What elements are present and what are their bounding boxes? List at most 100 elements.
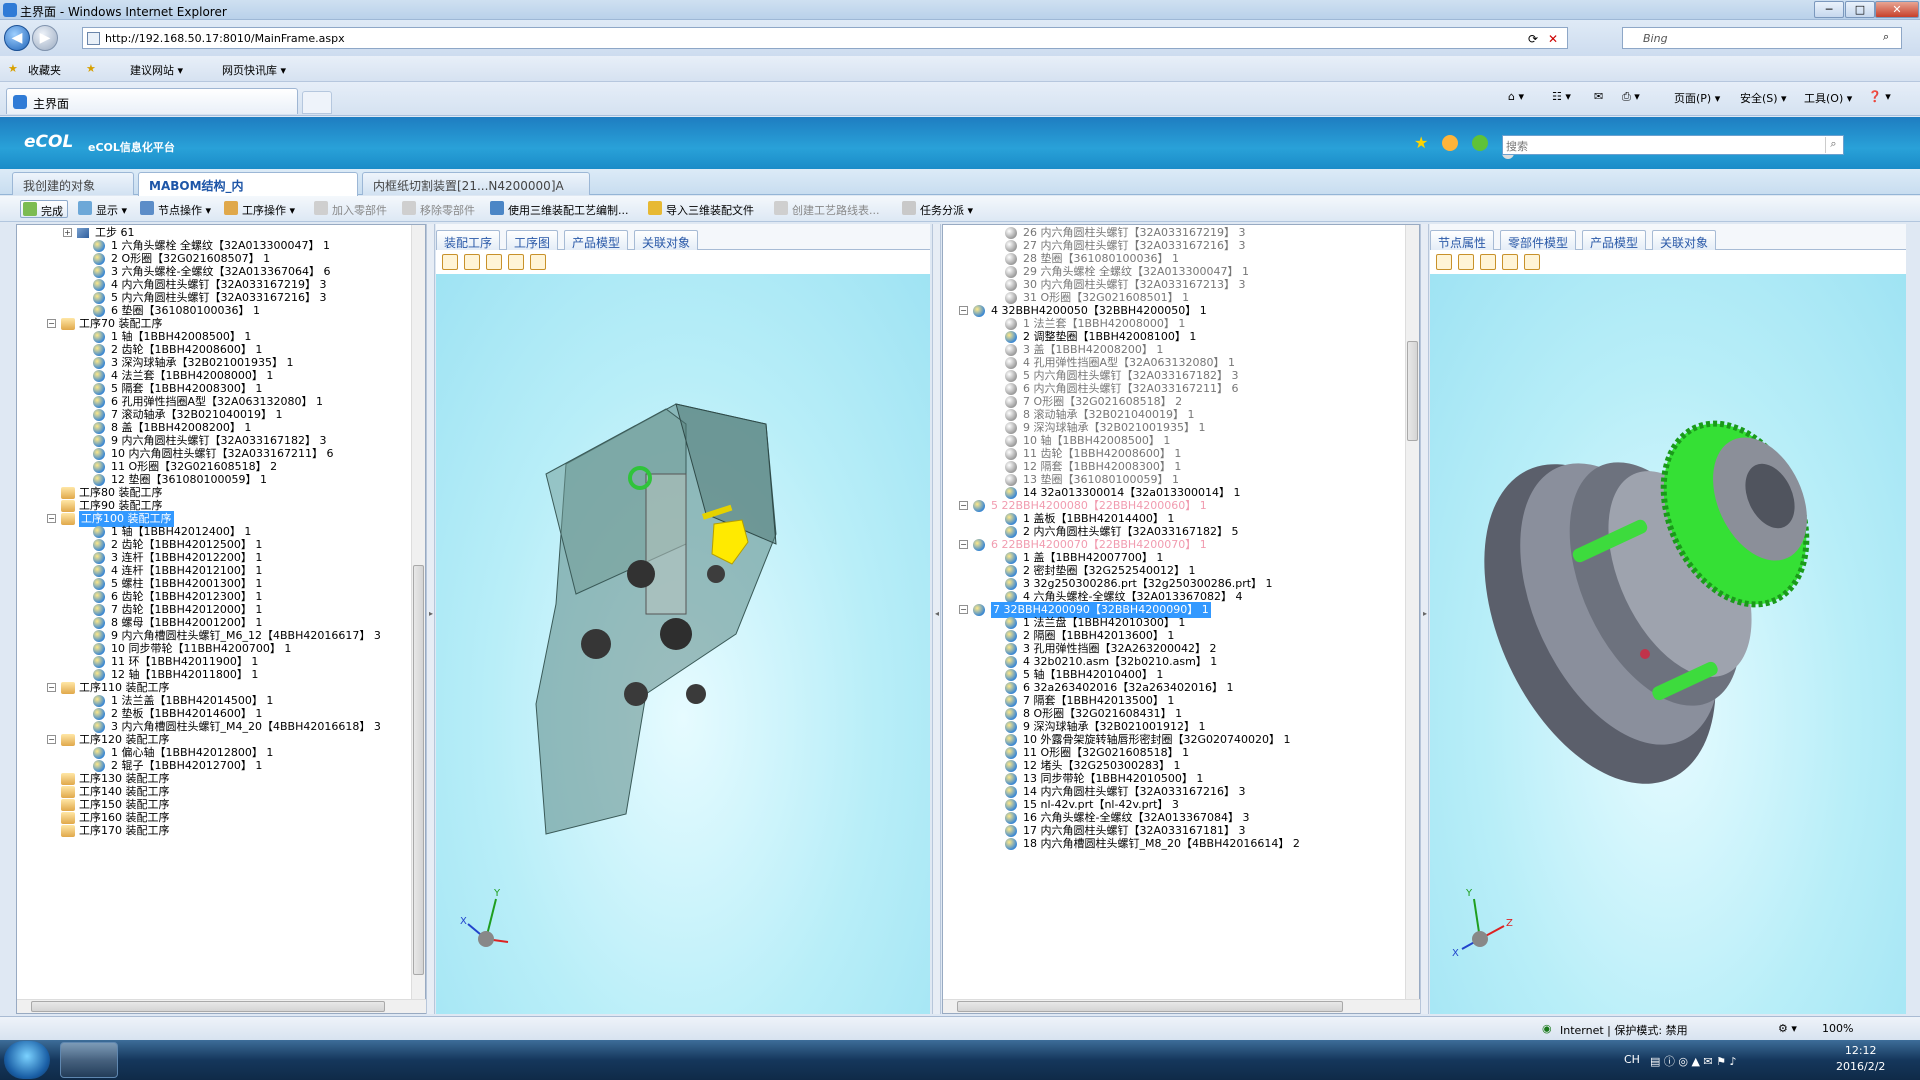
scroll-thumb[interactable] xyxy=(31,1001,385,1012)
add-favorite-icon[interactable]: ★ xyxy=(86,62,96,75)
app-search-input[interactable]: 搜索 ⌕ xyxy=(1502,135,1844,155)
web-slice-link[interactable]: 网页快讯库 ▾ xyxy=(222,62,286,78)
search-icon[interactable]: ⌕ xyxy=(1883,30,1889,44)
left-3d-viewport[interactable]: Y X xyxy=(436,274,930,1014)
import-icon xyxy=(648,201,662,215)
tab-related-objects[interactable]: 关联对象 xyxy=(1652,230,1717,250)
maximize-button[interactable]: □ xyxy=(1845,1,1875,18)
taskbar-ie-icon[interactable] xyxy=(60,1042,118,1078)
favorite-star-icon[interactable]: ★ xyxy=(1414,135,1430,151)
back-button[interactable]: ◀ xyxy=(4,25,30,51)
home-icon[interactable]: ⌂ ▾ xyxy=(1508,90,1524,103)
taskbar-excel-icon[interactable] xyxy=(246,1042,304,1078)
tree-expander-icon[interactable]: − xyxy=(47,319,56,328)
clock[interactable]: 12:12 2016/2/2 xyxy=(1836,1043,1885,1075)
taskbar-media-icon[interactable] xyxy=(184,1042,242,1078)
forward-button[interactable]: ▶ xyxy=(32,25,58,51)
part-icon xyxy=(1005,786,1017,798)
part-icon xyxy=(1005,435,1017,447)
middle-splitter[interactable]: ◂ xyxy=(932,224,941,1014)
zoom-icon[interactable] xyxy=(1480,254,1496,270)
node-operation-menu[interactable]: 节点操作 ▾ xyxy=(138,200,215,218)
close-button[interactable]: ✕ xyxy=(1875,1,1919,18)
tab-process-drawing[interactable]: 工序图 xyxy=(506,230,559,250)
right-tree-vscroll[interactable] xyxy=(1405,225,1419,999)
assembly-model: Y X xyxy=(460,403,777,947)
complete-button[interactable]: 完成 xyxy=(20,200,68,218)
tree-expander-icon[interactable]: − xyxy=(47,683,56,692)
left-tree-vscroll[interactable] xyxy=(411,225,425,999)
axis-triad: Y Z X xyxy=(1452,888,1513,959)
new-tab-button[interactable] xyxy=(302,91,332,114)
scroll-thumb[interactable] xyxy=(413,565,424,975)
tab-product-model[interactable]: 产品模型 xyxy=(1582,230,1647,250)
tray-icons[interactable]: ▤ ⓘ ◎ ▲ ✉ ⚑ ♪ xyxy=(1650,1053,1737,1069)
favorites-button[interactable]: 收藏夹 xyxy=(28,62,61,78)
right-tree-hscroll[interactable] xyxy=(943,999,1421,1013)
address-field[interactable]: http://192.168.50.17:8010/MainFrame.aspx… xyxy=(82,27,1568,49)
scroll-thumb[interactable] xyxy=(1407,341,1418,441)
fit-all-icon[interactable] xyxy=(1524,254,1540,270)
right-splitter[interactable]: ▸ xyxy=(1420,224,1429,1014)
refresh-icon[interactable]: ⟳ xyxy=(1525,31,1541,47)
search-field[interactable]: Bing ⌕ xyxy=(1622,27,1902,49)
tree-expander-icon[interactable]: − xyxy=(959,540,968,549)
input-language[interactable]: CH xyxy=(1624,1053,1640,1066)
tab-part-model[interactable]: 零部件模型 xyxy=(1500,230,1577,250)
safety-menu[interactable]: 安全(S) ▾ xyxy=(1740,90,1787,106)
page-menu[interactable]: 页面(P) ▾ xyxy=(1674,90,1720,106)
pan-icon[interactable] xyxy=(464,254,480,270)
create-route-button[interactable]: 创建工艺路线表... xyxy=(772,200,884,218)
tab-node-properties[interactable]: 节点属性 xyxy=(1430,230,1495,250)
zoom-window-icon[interactable] xyxy=(508,254,524,270)
tree-expander-icon[interactable]: − xyxy=(959,501,968,510)
tab-my-objects[interactable]: 我创建的对象 xyxy=(12,172,134,195)
zoom-level[interactable]: 100% xyxy=(1822,1022,1853,1035)
app-search-icon[interactable]: ⌕ xyxy=(1825,137,1841,153)
tree-expander-icon[interactable]: − xyxy=(959,306,968,315)
zoom-window-icon[interactable] xyxy=(1502,254,1518,270)
tree-expander-icon[interactable]: − xyxy=(47,735,56,744)
rotate-icon[interactable] xyxy=(1436,254,1452,270)
tools-menu[interactable]: 工具(O) ▾ xyxy=(1804,90,1852,106)
tree-expander-icon[interactable]: − xyxy=(959,605,968,614)
start-button[interactable] xyxy=(4,1041,50,1079)
tab-product-model[interactable]: 产品模型 xyxy=(564,230,629,250)
pan-icon[interactable] xyxy=(1458,254,1474,270)
app-logo: eCOL xyxy=(24,132,74,152)
tab-cutting-device[interactable]: 内框纸切割装置[21...N4200000]A xyxy=(362,172,590,195)
rotate-icon[interactable] xyxy=(442,254,458,270)
process-operation-menu[interactable]: 工序操作 ▾ xyxy=(222,200,299,218)
left-splitter[interactable]: ▸ xyxy=(426,224,435,1014)
remove-part-button[interactable]: 移除零部件 xyxy=(400,200,479,218)
protected-mode-icon[interactable]: ⚙ ▾ xyxy=(1778,1022,1797,1035)
tree-expander-icon[interactable]: − xyxy=(47,514,56,523)
left-tree-hscroll[interactable] xyxy=(17,999,427,1013)
fit-all-icon[interactable] xyxy=(530,254,546,270)
tree-expander-icon[interactable]: + xyxy=(63,228,72,237)
feeds-icon[interactable]: ☷ ▾ xyxy=(1552,90,1571,103)
suggested-sites-link[interactable]: 建议网站 ▾ xyxy=(130,62,183,78)
zoom-icon[interactable] xyxy=(486,254,502,270)
use-3d-process-button[interactable]: 使用三维装配工艺编制... xyxy=(488,200,633,218)
minimize-button[interactable]: ─ xyxy=(1814,1,1844,18)
home-icon[interactable] xyxy=(1442,135,1458,151)
info-icon[interactable] xyxy=(1472,135,1488,151)
task-assign-menu[interactable]: 任务分派 ▾ xyxy=(900,200,977,218)
tab-mabom[interactable]: MABOM结构_内框...N4200000]A x xyxy=(138,172,358,210)
taskbar-paint-icon[interactable] xyxy=(370,1042,428,1078)
stop-icon[interactable]: ✕ xyxy=(1545,31,1561,47)
tab-assembly-process[interactable]: 装配工序 xyxy=(436,230,501,250)
import-3d-file-button[interactable]: 导入三维装配文件 xyxy=(646,200,758,218)
taskbar-word-icon[interactable] xyxy=(308,1042,366,1078)
mail-icon[interactable]: ✉ xyxy=(1594,90,1603,103)
browser-tab[interactable]: 主界面 xyxy=(6,88,298,114)
right-3d-viewport[interactable]: Y Z X xyxy=(1430,274,1906,1014)
add-part-button[interactable]: 加入零部件 xyxy=(312,200,391,218)
tab-related-objects[interactable]: 关联对象 xyxy=(634,230,699,250)
taskbar-folder-icon[interactable] xyxy=(122,1042,180,1078)
display-menu[interactable]: 显示 ▾ xyxy=(76,200,131,218)
print-icon[interactable]: ⎙ ▾ xyxy=(1622,90,1640,104)
scroll-thumb[interactable] xyxy=(957,1001,1343,1012)
help-menu[interactable]: ❓ ▾ xyxy=(1868,90,1891,103)
